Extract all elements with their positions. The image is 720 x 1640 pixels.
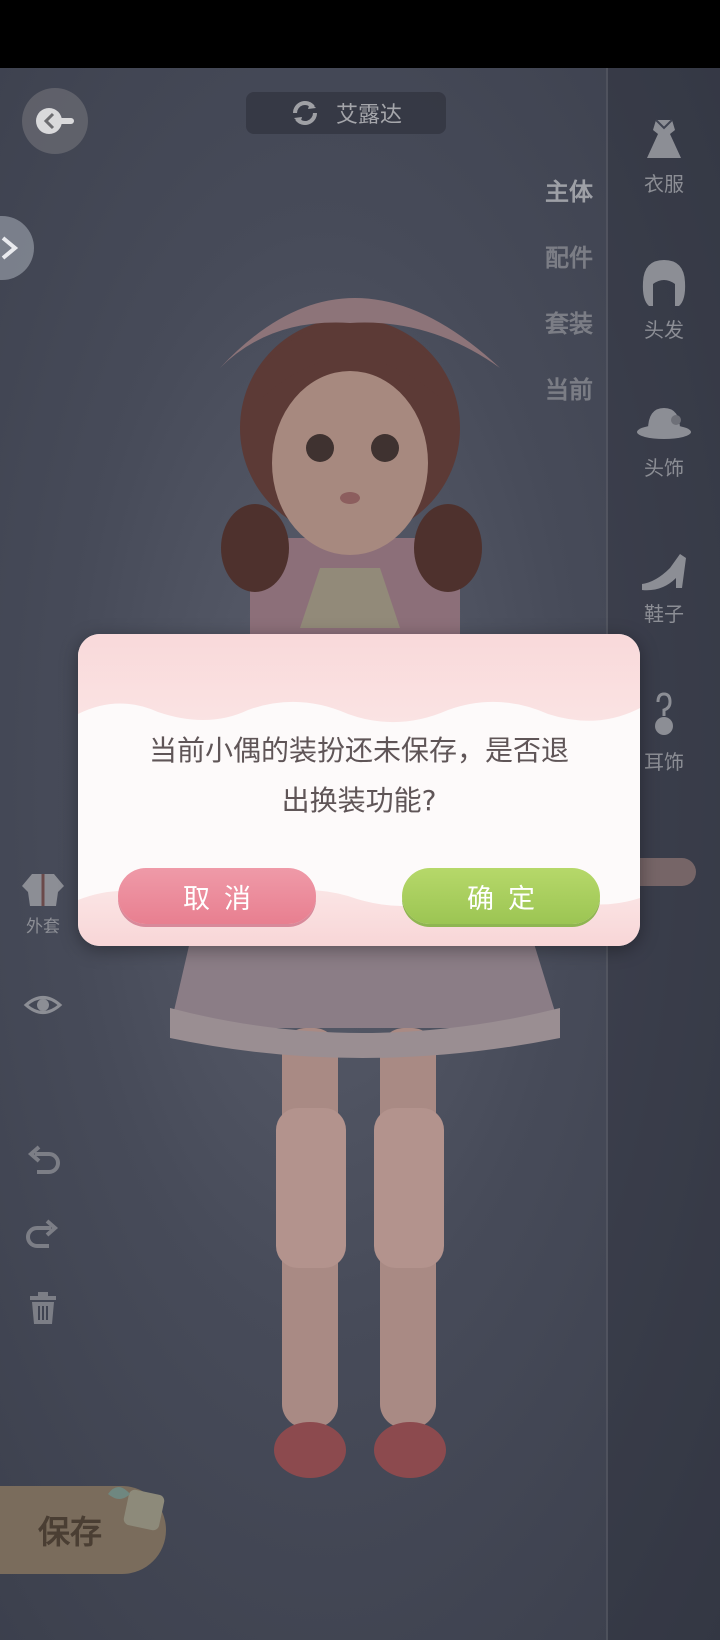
category-hair[interactable]: 头发 xyxy=(626,256,702,343)
earring-icon xyxy=(655,692,673,735)
tab-list: 主体 配件 套装 当前 xyxy=(534,156,604,420)
hair-icon xyxy=(642,260,686,306)
wave-decoration xyxy=(78,701,640,734)
category-label: 头发 xyxy=(644,318,684,342)
redo-button[interactable] xyxy=(18,1218,68,1256)
confirm-button[interactable]: 确定 xyxy=(402,868,600,924)
status-bar xyxy=(0,0,720,68)
hat-icon xyxy=(637,408,691,439)
tab-main[interactable]: 主体 xyxy=(534,156,604,222)
cancel-label: 取消 xyxy=(183,883,265,915)
dialog-message-line2: 出换装功能? xyxy=(281,784,437,817)
dialog-message: 当前小偶的装扮还未保存，是否退 出换装功能? xyxy=(108,726,610,826)
character-name: 艾露达 xyxy=(335,103,402,128)
save-label: 保存 xyxy=(38,1513,103,1551)
dialog-top-band xyxy=(78,634,640,734)
eye-icon xyxy=(23,996,63,1014)
cancel-button[interactable]: 取消 xyxy=(118,868,316,924)
undo-button[interactable] xyxy=(18,1144,68,1182)
category-label: 衣服 xyxy=(644,172,684,196)
visibility-button[interactable] xyxy=(18,990,68,1024)
coat-label: 外套 xyxy=(26,917,60,937)
dress-icon xyxy=(647,119,681,158)
refresh-icon[interactable] xyxy=(290,98,320,128)
tab-accessories[interactable]: 配件 xyxy=(534,222,604,288)
back-button[interactable] xyxy=(22,88,88,154)
tab-outfits[interactable]: 套装 xyxy=(534,288,604,354)
coat-icon xyxy=(22,874,64,906)
category-headwear[interactable]: 头饰 xyxy=(626,402,702,481)
tab-current[interactable]: 当前 xyxy=(534,354,604,420)
category-label: 头饰 xyxy=(644,456,684,480)
confirm-label: 确定 xyxy=(467,883,549,915)
back-arrow-icon xyxy=(36,108,74,134)
category-clothes[interactable]: 衣服 xyxy=(626,114,702,197)
coat-toggle[interactable]: 外套 xyxy=(18,870,68,937)
dialog-message-line1: 当前小偶的装扮还未保存，是否退 xyxy=(148,734,569,767)
delete-button[interactable] xyxy=(18,1290,68,1330)
trash-icon xyxy=(30,1292,56,1324)
exit-confirm-dialog: 当前小偶的装扮还未保存，是否退 出换装功能? 取消 确定 xyxy=(78,634,640,946)
shoe-icon xyxy=(642,554,686,591)
chevron-right-icon xyxy=(1,236,19,260)
redo-icon xyxy=(26,1219,59,1248)
category-shoes[interactable]: 鞋子 xyxy=(626,548,702,627)
category-label: 鞋子 xyxy=(644,602,684,626)
gift-decoration-icon xyxy=(108,1487,165,1531)
undo-icon xyxy=(27,1145,60,1174)
category-label: 耳饰 xyxy=(644,750,684,774)
character-name-bar[interactable]: 艾露达 xyxy=(246,92,446,134)
